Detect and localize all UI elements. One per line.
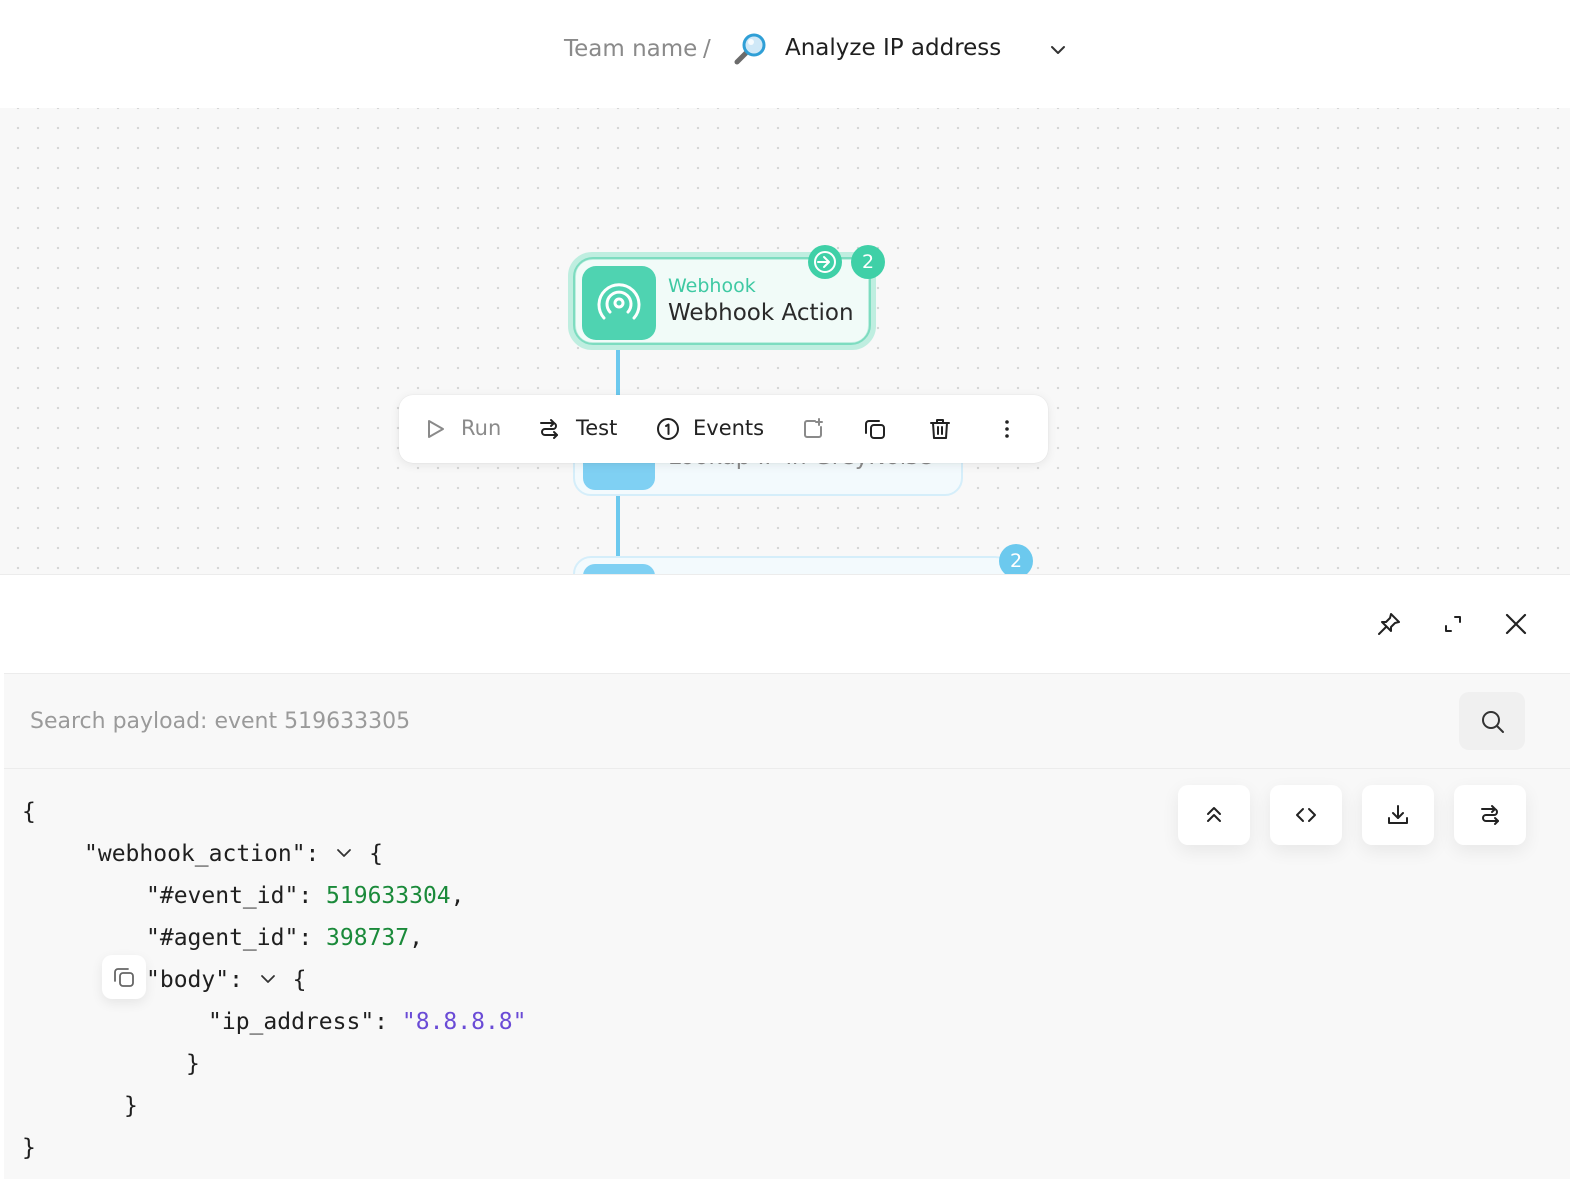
action-icon-tile — [583, 564, 655, 574]
collapse-all-button[interactable] — [1178, 785, 1250, 845]
story-canvas[interactable]: Lookup IP in GreyNoise 2 Webhook Webhook… — [0, 108, 1570, 574]
copy-path-button[interactable] — [102, 955, 146, 999]
entry-arrow-badge[interactable] — [808, 245, 842, 279]
json-key: "#agent_id": — [146, 925, 313, 951]
payload-search-bar — [4, 673, 1570, 769]
expand-icon[interactable] — [1440, 611, 1466, 637]
trash-icon — [930, 419, 950, 439]
event-payload-panel: { "webhook_action": { "#event_id": 51963… — [0, 574, 1570, 1179]
json-line: } — [22, 1135, 36, 1161]
json-line: "body": { — [146, 967, 307, 993]
action-icon-tile — [582, 266, 656, 340]
json-line: "ip_address": "8.8.8.8" — [208, 1009, 527, 1035]
story-title[interactable]: Analyze IP address — [785, 35, 1001, 61]
json-string-value: "8.8.8.8" — [401, 1009, 527, 1035]
view-code-button[interactable] — [1270, 785, 1342, 845]
copy-icon — [114, 968, 134, 987]
broadcast-icon — [597, 283, 641, 320]
route-icon — [1481, 805, 1499, 825]
event-count-badge[interactable]: 2 — [851, 245, 885, 279]
events-label: Events — [693, 416, 765, 440]
more-options-button[interactable] — [995, 395, 1019, 463]
test-payload-button[interactable] — [1454, 785, 1526, 845]
download-button[interactable] — [1362, 785, 1434, 845]
run-label: Run — [461, 416, 502, 440]
arrow-right-into-icon — [814, 251, 836, 273]
json-key: "#event_id": — [146, 883, 313, 909]
copy-icon — [865, 420, 885, 439]
payload-search-input[interactable] — [28, 696, 1432, 746]
pin-icon[interactable] — [1376, 611, 1402, 637]
search-button[interactable] — [1459, 692, 1525, 750]
search-icon — [1482, 711, 1504, 733]
duplicate-button[interactable] — [861, 395, 889, 463]
close-icon[interactable] — [1503, 611, 1529, 637]
json-line: "webhook_action": { — [84, 841, 383, 867]
chevron-down-icon[interactable] — [1048, 40, 1068, 60]
json-line: "#event_id": 519633304, — [146, 883, 465, 909]
action-node[interactable] — [573, 556, 1013, 574]
delete-button[interactable] — [926, 395, 954, 463]
add-to-group-button[interactable] — [799, 395, 827, 463]
route-icon — [540, 419, 558, 439]
payload-json-viewer[interactable]: { "webhook_action": { "#event_id": 51963… — [4, 769, 1570, 1179]
json-number-value: 519633304 — [326, 883, 451, 909]
event-count-badge[interactable]: 2 — [999, 544, 1033, 574]
action-toolbar: Run Test Events — [399, 395, 1048, 463]
json-line: "#agent_id": 398737, — [146, 925, 423, 951]
json-line: } — [124, 1093, 138, 1119]
json-line: { — [22, 799, 36, 825]
action-type-label: Webhook — [668, 275, 756, 297]
test-button[interactable]: Test — [535, 395, 625, 463]
kebab-menu-icon — [1005, 420, 1009, 438]
test-label: Test — [576, 416, 618, 440]
download-icon — [1388, 805, 1408, 824]
json-key: "ip_address": — [208, 1009, 389, 1035]
run-button[interactable]: Run — [421, 395, 511, 463]
magnifying-glass-icon — [734, 33, 766, 65]
json-number-value: 398737 — [326, 925, 410, 951]
json-key: "body": — [146, 967, 243, 993]
code-brackets-icon — [1296, 808, 1316, 822]
chevron-down-icon[interactable] — [257, 968, 279, 990]
breadcrumb-separator: / — [703, 36, 711, 62]
numbered-circle-icon — [657, 418, 679, 440]
action-node-name: Webhook Action — [668, 300, 854, 326]
chevrons-up-icon — [1207, 807, 1221, 822]
json-key: "webhook_action": — [84, 841, 320, 867]
breadcrumb-team-name[interactable]: Team name — [564, 36, 697, 62]
story-header: Team name / Analyze IP address — [0, 0, 1570, 109]
events-button[interactable]: Events — [654, 395, 766, 463]
play-icon — [428, 420, 444, 438]
json-line: } — [186, 1051, 200, 1077]
add-square-icon — [804, 418, 823, 438]
chevron-down-icon[interactable] — [333, 842, 355, 864]
